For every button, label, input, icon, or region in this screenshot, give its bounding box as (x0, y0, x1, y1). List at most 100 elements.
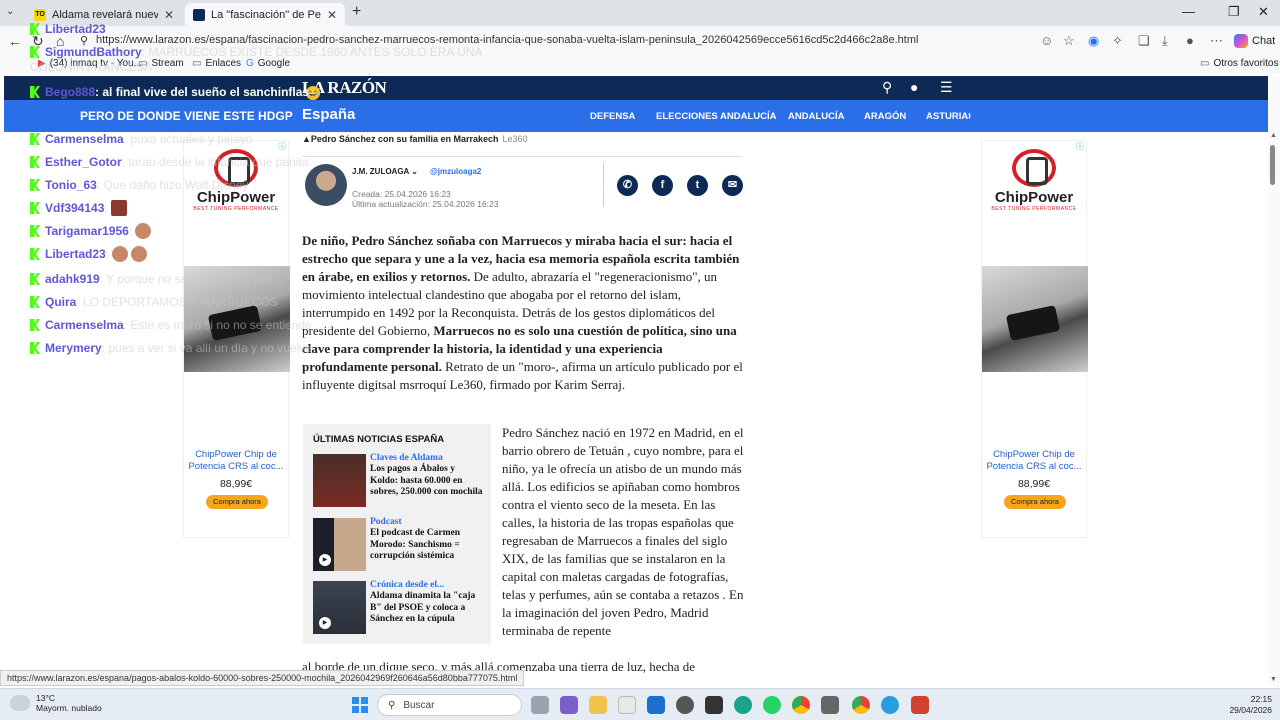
kick-badge-icon (30, 202, 40, 214)
chrome-icon[interactable] (852, 696, 870, 714)
nav-defensa[interactable]: DEFENSA (590, 111, 635, 122)
nav-next-chevron-icon[interactable]: › (968, 110, 971, 121)
author-name[interactable]: J.M. ZULOAGA ⌄ (352, 167, 418, 176)
teams-icon[interactable] (560, 696, 578, 714)
chat-username[interactable]: Tarigamar1956 (45, 224, 129, 238)
close-icon[interactable]: ✕ (327, 8, 337, 22)
chat-emote-icon (110, 200, 127, 216)
kick-badge-icon (30, 273, 40, 285)
nav-asturias[interactable]: ASTURIAS (926, 111, 970, 122)
chat-username[interactable]: Vdf394143 (45, 201, 104, 215)
store-icon[interactable] (618, 696, 636, 714)
nav-andalucia[interactable]: ANDALUCÍA (788, 111, 844, 122)
window-close-icon[interactable]: ✕ (1258, 4, 1269, 20)
created-date: Creada: 25.04.2026 16:23 (352, 189, 451, 199)
chat-username[interactable]: Merymery (45, 341, 102, 355)
user-icon[interactable]: ● (910, 79, 918, 95)
app-icon[interactable] (821, 696, 839, 714)
kick-badge-icon (30, 179, 40, 191)
ad-title[interactable]: ChipPower Chip de Potencia CRS al coc... (188, 449, 284, 473)
author-avatar[interactable] (305, 164, 347, 206)
search-icon[interactable]: ⚲ (882, 79, 892, 96)
tab-fascinacion[interactable]: La "fascinación" de Pedro Sánchez ✕ (185, 3, 345, 26)
powerpoint-icon[interactable] (911, 696, 929, 714)
app-icon[interactable] (705, 696, 723, 714)
more-menu-icon[interactable]: ⋯ (1210, 33, 1223, 49)
bookmark-label: Otros favoritos (1213, 58, 1279, 69)
ad-buy-button[interactable]: Compra ahora (206, 495, 268, 509)
play-icon[interactable]: ▶ (319, 554, 331, 566)
ad-buy-button[interactable]: Compra ahora (1004, 495, 1066, 509)
play-icon[interactable]: ▶ (319, 617, 331, 629)
chat-username[interactable]: Tonio_63 (45, 178, 97, 192)
email-share-icon[interactable]: ✉ (722, 175, 743, 196)
tab-list-chevron-icon[interactable]: ⌄ (6, 6, 14, 17)
chat-username[interactable]: Bego888 (45, 85, 95, 99)
other-bookmarks[interactable]: ▭ Otros favoritos (1200, 58, 1278, 69)
nav-aragon[interactable]: ARAGÓN (864, 111, 906, 122)
chat-username[interactable]: Carmenselma (45, 132, 124, 146)
ad-title[interactable]: ChipPower Chip de Potencia CRS al coc... (986, 449, 1082, 473)
system-clock[interactable]: 22:15 29/04/2026 (1226, 694, 1272, 716)
whatsapp-share-icon[interactable]: ✆ (617, 175, 638, 196)
news-item[interactable]: ▶ Podcast El podcast de Carmen Morodo: S… (313, 517, 485, 572)
news-title[interactable]: El podcast de Carmen Morodo: Sanchismo =… (370, 528, 485, 563)
edge-icon[interactable] (734, 696, 752, 714)
chat-username[interactable]: Esther_Gotor (45, 155, 122, 169)
news-title[interactable]: Aldama dinamita la "caja B" del PSOE y c… (370, 591, 485, 626)
telegram-icon[interactable] (881, 696, 899, 714)
chat-username[interactable]: Quira (45, 295, 76, 309)
news-box-title: ÚLTIMAS NOTICIAS ESPAÑA (313, 434, 445, 445)
copilot-chat-button[interactable]: Chat (1234, 34, 1275, 48)
outlook-icon[interactable] (647, 696, 665, 714)
maximize-icon[interactable]: ❐ (1228, 4, 1240, 20)
extensions-puzzle-icon[interactable]: ✧ (1112, 33, 1123, 49)
ad-right[interactable]: ⓘ ChipPower BEST TUNING PERFORMANCE Chip… (981, 140, 1088, 538)
scroll-up-icon[interactable]: ▲ (1270, 132, 1277, 139)
new-tab-icon[interactable]: + (352, 3, 361, 21)
kick-badge-icon (30, 225, 40, 237)
menu-icon[interactable]: ☰ (940, 79, 953, 96)
news-item[interactable]: Claves de Aldama Los pagos a Ábalos y Ko… (313, 453, 485, 508)
extension-icon[interactable]: ◉ (1088, 33, 1099, 49)
chat-message: Tarigamar1956: (30, 222, 152, 240)
file-explorer-icon[interactable] (589, 696, 607, 714)
minimize-icon[interactable]: — (1182, 4, 1195, 19)
collections-icon[interactable]: ❏ (1138, 33, 1150, 49)
chat-emote-icon (112, 246, 129, 262)
ad-tagline: BEST TUNING PERFORMANCE (991, 206, 1077, 212)
latest-news-box: ÚLTIMAS NOTICIAS ESPAÑA Claves de Aldama… (303, 424, 491, 644)
facebook-share-icon[interactable]: f (652, 175, 673, 196)
chat-text: : Este es moro si no no se entiende (123, 318, 312, 332)
weather-widget[interactable]: 13°C Mayorm. nublado (10, 693, 102, 713)
scrollbar-thumb[interactable] (1270, 145, 1275, 185)
author-handle[interactable]: @jmzuloaga2 (430, 167, 481, 176)
whatsapp-icon[interactable] (763, 696, 781, 714)
article-body: Pedro Sánchez nació en 1972 en Madrid, e… (502, 425, 744, 638)
favorite-star-icon[interactable]: ☆ (1063, 33, 1075, 49)
news-category[interactable]: Podcast (370, 517, 402, 527)
nav-elecciones-andalucia[interactable]: ELECCIONES ANDALUCÍA (656, 111, 777, 122)
chat-username[interactable]: Carmenselma (45, 318, 124, 332)
chrome-icon[interactable] (792, 696, 810, 714)
chat-username[interactable]: adahk919 (45, 272, 100, 286)
read-mode-icon[interactable]: ☺ (1040, 33, 1053, 48)
news-title[interactable]: Los pagos a Ábalos y Koldo: hasta 60.000… (370, 464, 485, 499)
chat-username[interactable]: Libertad23 (45, 247, 106, 261)
chat-username[interactable]: SigmundBathory (45, 45, 142, 59)
news-category[interactable]: Claves de Aldama (370, 453, 443, 463)
news-category[interactable]: Crónica desde el... (370, 580, 444, 590)
news-item[interactable]: ▶ Crónica desde el... Aldama dinamita la… (313, 580, 485, 635)
task-view-icon[interactable] (531, 696, 549, 714)
close-icon[interactable]: ✕ (164, 8, 174, 22)
profile-avatar-icon[interactable]: ● (1186, 33, 1194, 48)
app-icon[interactable] (676, 696, 694, 714)
scroll-down-icon[interactable]: ▼ (1270, 676, 1277, 683)
start-windows-icon[interactable] (352, 697, 368, 713)
chat-username[interactable]: Libertad23 (45, 22, 106, 36)
section-title[interactable]: España (302, 106, 355, 123)
taskbar-search[interactable]: ⚲ Buscar (377, 694, 522, 716)
downloads-icon[interactable]: ⤓ (1162, 33, 1168, 49)
twitter-share-icon[interactable]: t (687, 175, 708, 196)
back-icon[interactable]: ← (8, 33, 22, 49)
